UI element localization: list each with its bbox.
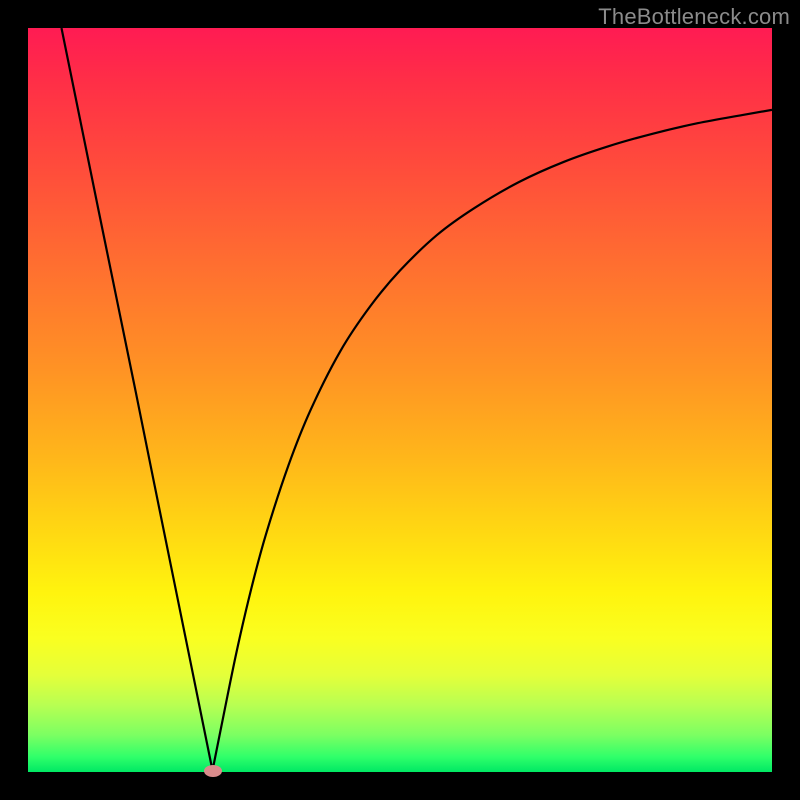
chart-frame: TheBottleneck.com <box>0 0 800 800</box>
minimum-marker <box>204 765 222 777</box>
watermark-text: TheBottleneck.com <box>598 4 790 30</box>
bottleneck-curve <box>61 28 772 771</box>
curve-svg <box>28 28 772 772</box>
plot-area <box>28 28 772 772</box>
